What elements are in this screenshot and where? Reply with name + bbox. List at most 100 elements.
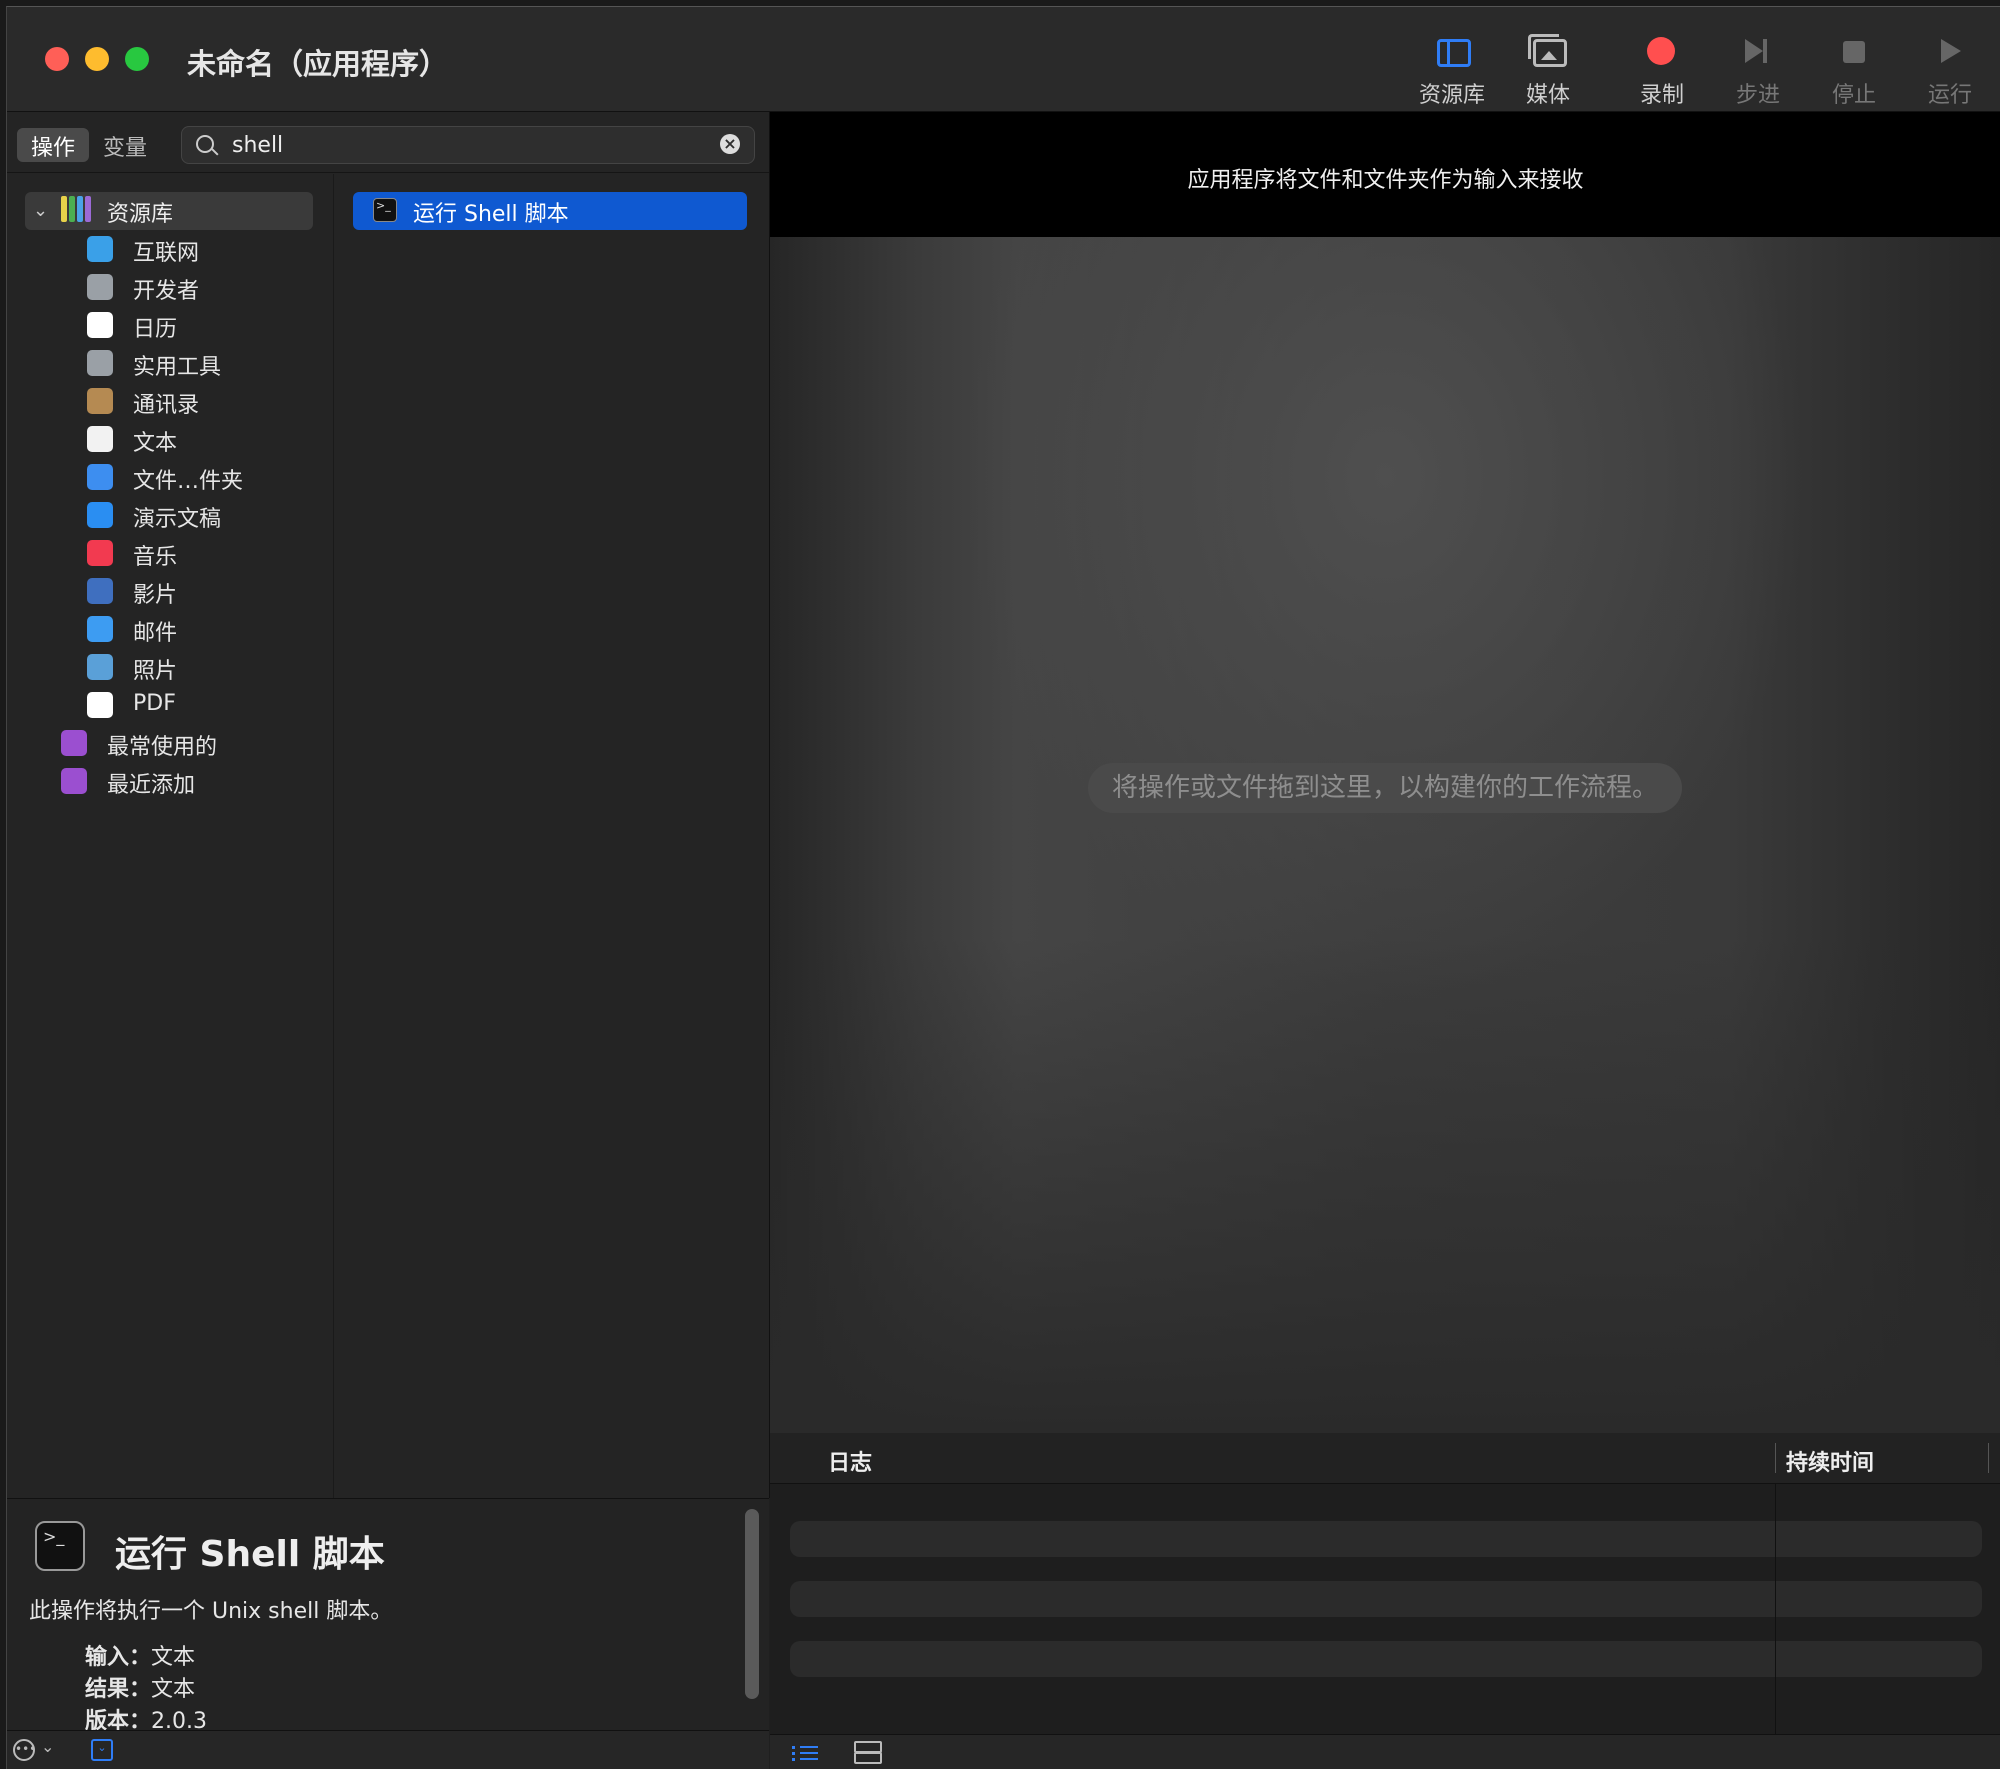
description-result: 结果：文本 — [85, 1671, 195, 1703]
stop-icon — [1843, 41, 1865, 63]
record-toolbar-button[interactable]: 录制 — [1617, 29, 1707, 109]
drop-hint: 将操作或文件拖到这里，以构建你的工作流程。 — [1088, 763, 1682, 813]
sidebar-footer: ••• ⌄ ⌄ — [7, 1730, 769, 1769]
sidebar-item-category[interactable]: 开发者 — [25, 268, 315, 306]
keynote-icon — [87, 502, 113, 528]
split-view-icon[interactable] — [854, 1741, 882, 1764]
terminal-icon: >_ — [35, 1521, 85, 1571]
media-label: 媒体 — [1525, 83, 1570, 108]
clear-search-icon[interactable]: × — [720, 134, 740, 154]
result-value: 文本 — [151, 1677, 196, 1702]
search-field: × — [181, 126, 755, 164]
stop-toolbar-button[interactable]: 停止 — [1809, 29, 1899, 109]
smart-folder-icon — [61, 730, 87, 756]
quicktime-icon — [87, 578, 113, 604]
step-icon — [1745, 39, 1767, 63]
zoom-window-button[interactable] — [125, 47, 149, 71]
search-input[interactable] — [230, 129, 694, 161]
minimize-window-button[interactable] — [85, 47, 109, 71]
sidebar-item-label: 最常使用的 — [107, 735, 218, 760]
library-books-icon — [61, 196, 91, 224]
smart-folder-icon — [61, 768, 87, 794]
terminal-icon: >_ — [373, 198, 397, 222]
stop-label: 停止 — [1831, 83, 1876, 108]
library-tree: ⌄ 资源库 互联网开发者日历实用工具通讯录 文本 文件…件夹 演示文稿音乐影片邮件照片… — [25, 192, 315, 800]
chevron-down-icon[interactable]: ⌄ — [41, 1737, 54, 1756]
tab-actions[interactable]: 操作 — [17, 128, 90, 162]
sidebar-item-category[interactable]: 文件…件夹 — [25, 458, 315, 496]
sidebar-item-label: 开发者 — [133, 279, 200, 304]
finder-icon — [87, 464, 113, 490]
log-header: 日志 持续时间 — [770, 1433, 2000, 1484]
workflow-canvas[interactable]: 将操作或文件拖到这里，以构建你的工作流程。 — [770, 237, 2000, 1433]
title-bar: 未命名（应用程序） 资源库 媒体 录制 步进 停止 运行 — [7, 7, 2000, 112]
sidebar-item-category[interactable]: 影片 — [25, 572, 315, 610]
sidebar-item-category[interactable]: PDF — [25, 686, 315, 724]
log-column-header[interactable]: 日志 — [828, 1445, 872, 1477]
text-icon — [87, 426, 113, 452]
sidebar-item-category[interactable]: 互联网 — [25, 230, 315, 268]
sidebar-item-category[interactable]: 实用工具 — [25, 344, 315, 382]
sidebar-item-category[interactable]: 音乐 — [25, 534, 315, 572]
log-row — [790, 1581, 1982, 1617]
sidebar-item-label: 日历 — [133, 317, 178, 342]
sidebar-item-label: 互联网 — [133, 241, 200, 266]
run-label: 运行 — [1927, 83, 1972, 108]
column-separator — [1988, 1443, 1989, 1473]
globe-icon — [87, 236, 113, 262]
step-toolbar-button[interactable]: 步进 — [1713, 29, 1803, 109]
sidebar-item-label: 资源库 — [107, 202, 174, 227]
sidebar-item-label: 影片 — [133, 583, 178, 608]
photos-icon — [87, 654, 113, 680]
workflow-footer — [770, 1734, 2000, 1769]
toggle-description-icon[interactable]: ⌄ — [91, 1739, 113, 1761]
sidebar-item-category[interactable]: 演示文稿 — [25, 496, 315, 534]
sidebar-item-category[interactable]: 通讯录 — [25, 382, 315, 420]
automator-window: 未命名（应用程序） 资源库 媒体 录制 步进 停止 运行 操作 变量 shell… — [6, 6, 2000, 1769]
list-view-icon[interactable] — [792, 1743, 818, 1763]
library-label: 资源库 — [1418, 83, 1485, 108]
search-icon — [196, 135, 214, 153]
photo-stack-icon — [1528, 34, 1567, 67]
sidebar-item-label: 邮件 — [133, 621, 178, 646]
sidebar-item-category[interactable]: 文本 — [25, 420, 315, 458]
sidebar-item-label: 实用工具 — [133, 355, 222, 380]
library-toolbar-button[interactable]: 资源库 — [1407, 29, 1497, 109]
column-divider — [333, 174, 334, 1498]
sidebar-item-category[interactable]: 照片 — [25, 648, 315, 686]
sidebar-item-label: 最近添加 — [107, 773, 196, 798]
window-title: 未命名（应用程序） — [187, 47, 449, 81]
sidebar-item-label: 照片 — [133, 659, 178, 684]
action-description-pane: >_ 运行 Shell 脚本 此操作将执行一个 Unix shell 脚本。 输… — [7, 1498, 769, 1734]
duration-column-header[interactable]: 持续时间 — [1786, 1445, 1874, 1477]
sidebar-item-label: PDF — [133, 691, 176, 716]
record-label: 录制 — [1639, 83, 1684, 108]
sidebar-item-label: 通讯录 — [133, 393, 200, 418]
media-toolbar-button[interactable]: 媒体 — [1503, 29, 1593, 109]
log-row — [790, 1521, 1982, 1557]
description-scrollbar[interactable] — [745, 1509, 759, 1699]
divider — [7, 172, 769, 173]
mail-icon — [87, 616, 113, 642]
banner-text: 应用程序将文件和文件夹作为输入来接收 — [1187, 168, 1584, 193]
library-sidebar: 操作 变量 × ⌄ 资源库 互联网开发者日历实用工具通讯录文本文件…件夹演示文稿… — [7, 112, 770, 1498]
more-options-icon[interactable]: ••• — [13, 1739, 36, 1761]
play-icon — [1941, 39, 1961, 63]
action-item-run-shell-script[interactable]: >_ 运行 Shell 脚本 — [353, 192, 747, 230]
description-input: 输入：文本 — [85, 1639, 195, 1671]
run-toolbar-button[interactable]: 运行 — [1905, 29, 1995, 109]
sidebar-item-smart-group[interactable]: 最常使用的 — [25, 724, 315, 762]
tools-icon — [87, 274, 113, 300]
column-separator — [1775, 1443, 1776, 1473]
sidebar-item-label: 音乐 — [133, 545, 178, 570]
sidebar-item-smart-group[interactable]: 最近添加 — [25, 762, 315, 800]
sidebar-item-library[interactable]: ⌄ 资源库 — [25, 192, 313, 230]
tab-variables[interactable]: 变量 — [89, 128, 161, 162]
pdf-icon — [87, 692, 113, 718]
result-label: 结果： — [85, 1677, 152, 1702]
sidebar-item-category[interactable]: 邮件 — [25, 610, 315, 648]
sidebar-item-category[interactable]: 日历 — [25, 306, 315, 344]
close-window-button[interactable] — [45, 47, 69, 71]
action-label: 运行 Shell 脚本 — [413, 202, 569, 227]
record-icon — [1647, 37, 1675, 65]
